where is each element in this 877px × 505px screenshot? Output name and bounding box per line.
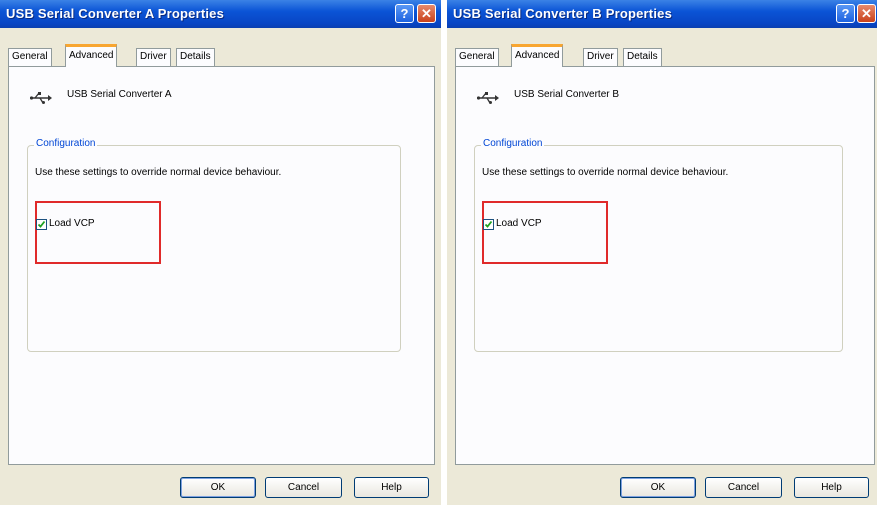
properties-dialog-a: USB Serial Converter A Properties ? ✕ Ge… — [0, 0, 441, 505]
help-button[interactable]: Help — [794, 477, 869, 498]
ok-button[interactable]: OK — [620, 477, 696, 498]
check-icon — [37, 220, 46, 228]
window-title: USB Serial Converter A Properties — [6, 6, 225, 21]
load-vcp-checkbox[interactable] — [36, 219, 47, 230]
tab-general[interactable]: General — [8, 48, 52, 66]
window-title: USB Serial Converter B Properties — [453, 6, 673, 21]
tab-advanced[interactable]: Advanced — [511, 44, 564, 67]
tab-driver[interactable]: Driver — [136, 48, 171, 66]
tab-general[interactable]: General — [455, 48, 499, 66]
help-button[interactable]: Help — [354, 477, 429, 498]
properties-dialog-b: USB Serial Converter B Properties ? ✕ Ge… — [447, 0, 877, 505]
tab-advanced[interactable]: Advanced — [65, 44, 118, 67]
cancel-button[interactable]: Cancel — [265, 477, 342, 498]
help-icon[interactable]: ? — [395, 4, 414, 23]
cancel-button[interactable]: Cancel — [705, 477, 782, 498]
title-bar[interactable]: USB Serial Converter A Properties ? ✕ — [0, 0, 441, 28]
highlight-box — [35, 201, 161, 264]
usb-icon — [30, 92, 52, 104]
close-icon[interactable]: ✕ — [857, 4, 876, 23]
group-title: Configuration — [34, 138, 98, 149]
advanced-panel: USB Serial Converter B Configuration Use… — [455, 66, 875, 465]
device-name: USB Serial Converter A — [67, 89, 172, 100]
tab-details[interactable]: Details — [176, 48, 215, 66]
check-icon — [484, 220, 493, 228]
group-description: Use these settings to override normal de… — [482, 167, 729, 178]
help-icon[interactable]: ? — [836, 4, 855, 23]
usb-icon — [477, 92, 499, 104]
tab-details[interactable]: Details — [623, 48, 662, 66]
ok-button[interactable]: OK — [180, 477, 256, 498]
advanced-panel: USB Serial Converter A Configuration Use… — [8, 66, 435, 465]
load-vcp-label[interactable]: Load VCP — [49, 218, 95, 229]
device-name: USB Serial Converter B — [514, 89, 620, 100]
configuration-group: Configuration Use these settings to over… — [474, 138, 843, 352]
tab-driver[interactable]: Driver — [583, 48, 618, 66]
configuration-group: Configuration Use these settings to over… — [27, 138, 401, 352]
group-description: Use these settings to override normal de… — [35, 167, 282, 178]
load-vcp-checkbox[interactable] — [483, 219, 494, 230]
highlight-box — [482, 201, 608, 264]
group-title: Configuration — [481, 138, 545, 149]
load-vcp-label[interactable]: Load VCP — [496, 218, 542, 229]
title-bar[interactable]: USB Serial Converter B Properties ? ✕ — [447, 0, 877, 28]
close-icon[interactable]: ✕ — [417, 4, 436, 23]
